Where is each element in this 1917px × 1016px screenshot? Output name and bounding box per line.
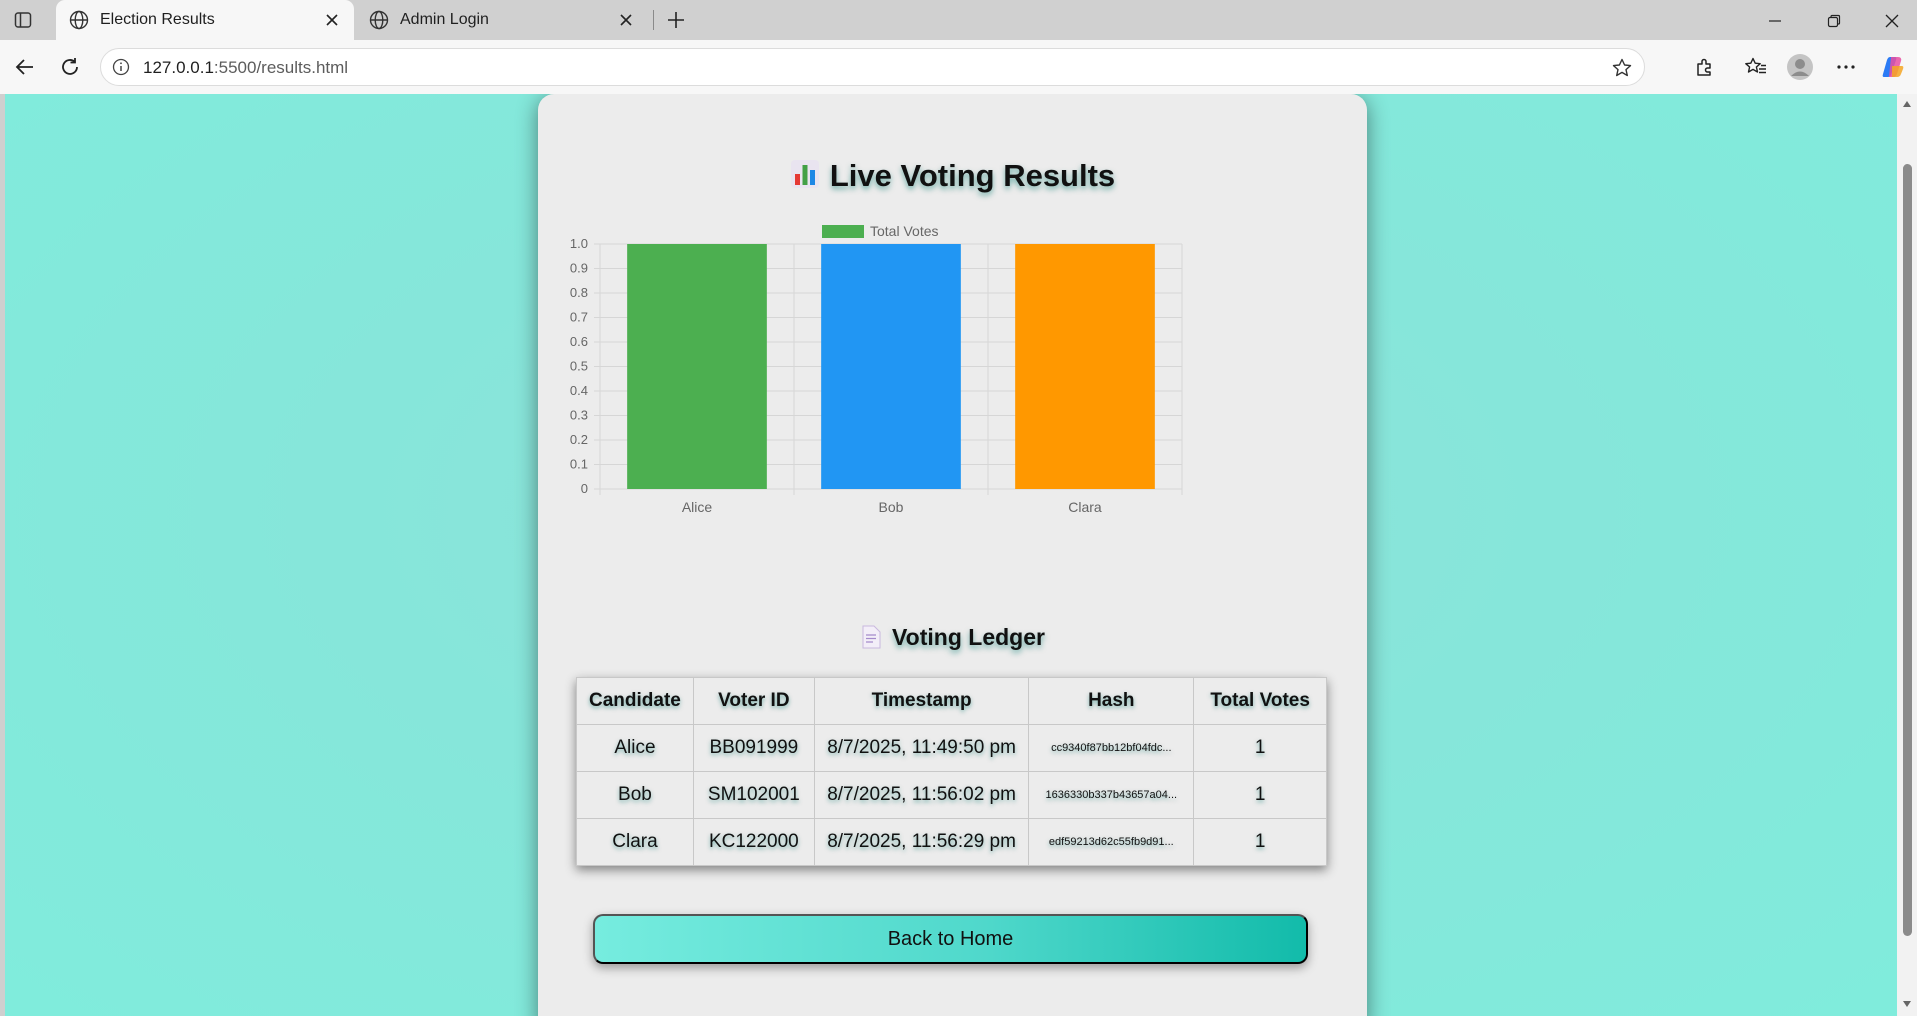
page-title-text: Live Voting Results [829,158,1116,193]
legend-label: Total Votes [870,224,939,239]
site-info-icon[interactable] [111,57,131,77]
page-viewport: Live Voting Results 0 0.1 0.2 0.3 0.4 0.5 0.6 0… [5,94,1897,1016]
column-header: Total Votes [1193,677,1327,725]
hash-cell: cc9340f87bb12bf04fdc... [1028,724,1195,772]
results-card: Live Voting Results 0 0.1 0.2 0.3 0.4 0.5 0.6 0… [538,94,1367,1016]
favorite-star-icon[interactable] [1610,56,1634,80]
voting-ledger-table: Candidate Voter ID Timestamp Hash Total … [576,677,1327,866]
total-votes-cell: 1 [1193,771,1327,819]
y-tick-label: 0.5 [570,359,588,374]
y-tick-label: 0.1 [570,457,588,472]
close-tab-icon[interactable] [322,10,342,30]
close-window-icon[interactable] [1879,8,1905,34]
bar-bob [821,244,961,489]
column-header: Hash [1028,677,1195,725]
more-options-icon[interactable] [1831,52,1861,82]
y-tick-label: 0.3 [570,408,588,423]
page-scrollbar[interactable] [1897,94,1917,1016]
y-tick-label: 0.8 [570,285,588,300]
table-row: Bob SM102001 8/7/2025, 11:56:02 pm 16363… [576,771,1327,819]
total-votes-cell: 1 [1193,724,1327,772]
column-header: Voter ID [692,677,815,725]
restore-icon[interactable] [1821,8,1847,34]
y-tick-label: 0.7 [570,310,588,325]
tab-admin-login[interactable]: Admin Login [356,0,648,40]
copilot-icon[interactable] [1878,52,1908,82]
tab-title: Election Results [100,11,215,28]
scroll-up-arrow-icon[interactable] [1902,100,1912,108]
votes-bar-chart: 0 0.1 0.2 0.3 0.4 0.5 0.6 0.7 0.8 0.9 1.0 Alice Bob C… [570,224,1183,514]
column-header: Candidate [576,677,694,725]
reload-icon[interactable] [55,52,85,82]
close-tab-icon[interactable] [616,10,636,30]
timestamp-cell: 8/7/2025, 11:49:50 pm [813,724,1030,772]
tab-title: Admin Login [400,11,489,28]
bar-alice [627,244,767,489]
table-row: Alice BB091999 8/7/2025, 11:49:50 pm cc9… [576,724,1327,772]
ledger-title-text: Voting Ledger [892,624,1045,650]
favorites-icon[interactable] [1741,52,1771,82]
x-tick-label: Alice [682,499,713,514]
y-tick-label: 0.9 [570,261,588,276]
y-tick-label: 0.2 [570,432,588,447]
table-header-row: Candidate Voter ID Timestamp Hash Total … [576,677,1327,725]
back-arrow-icon[interactable] [10,52,40,82]
ledger-title: Voting Ledger [538,624,1367,651]
voter-id-cell: SM102001 [692,771,815,819]
url-host: 127.0.0.1 [143,58,214,77]
hash-cell: edf59213d62c55fb9d91... [1028,818,1195,866]
y-tick-label: 0.6 [570,334,588,349]
back-to-home-button[interactable]: Back to Home [593,914,1308,964]
sidebar-toggle-icon[interactable] [12,9,34,31]
candidate-cell: Bob [576,771,694,819]
address-bar[interactable]: 127.0.0.1:5500/results.html [100,48,1645,86]
bar-chart-icon [790,159,820,189]
table-row: Clara KC122000 8/7/2025, 11:56:29 pm edf… [576,818,1327,866]
hash-cell: 1636330b337b43657a04... [1028,771,1195,819]
voter-id-cell: BB091999 [692,724,815,772]
document-icon [860,625,882,649]
x-tick-label: Clara [1068,499,1102,514]
y-tick-label: 0 [581,481,588,496]
globe-icon [68,9,90,31]
voter-id-cell: KC122000 [692,818,815,866]
globe-icon [368,9,390,31]
minimize-icon[interactable] [1762,8,1788,34]
total-votes-cell: 1 [1193,818,1327,866]
url-text: 127.0.0.1:5500/results.html [143,58,348,78]
timestamp-cell: 8/7/2025, 11:56:02 pm [813,771,1030,819]
scrollbar-thumb[interactable] [1903,164,1912,936]
tab-bar: Election Results Admin Login [0,0,1917,40]
column-header: Timestamp [813,677,1030,725]
tab-election-results[interactable]: Election Results [56,0,354,40]
y-tick-label: 0.4 [570,383,588,398]
new-tab-icon[interactable] [664,8,688,32]
tab-separator [653,10,654,30]
candidate-cell: Clara [576,818,694,866]
y-tick-label: 1.0 [570,236,588,251]
bar-clara [1015,244,1155,489]
scroll-down-arrow-icon[interactable] [1902,1000,1912,1008]
url-path: :5500/results.html [213,58,349,77]
x-tick-label: Bob [879,499,904,514]
timestamp-cell: 8/7/2025, 11:56:29 pm [813,818,1030,866]
profile-avatar-icon[interactable] [1785,52,1815,82]
legend-swatch [822,225,864,238]
browser-toolbar: 127.0.0.1:5500/results.html [0,40,1917,94]
extensions-icon[interactable] [1690,52,1720,82]
page-title: Live Voting Results [538,158,1367,194]
candidate-cell: Alice [576,724,694,772]
